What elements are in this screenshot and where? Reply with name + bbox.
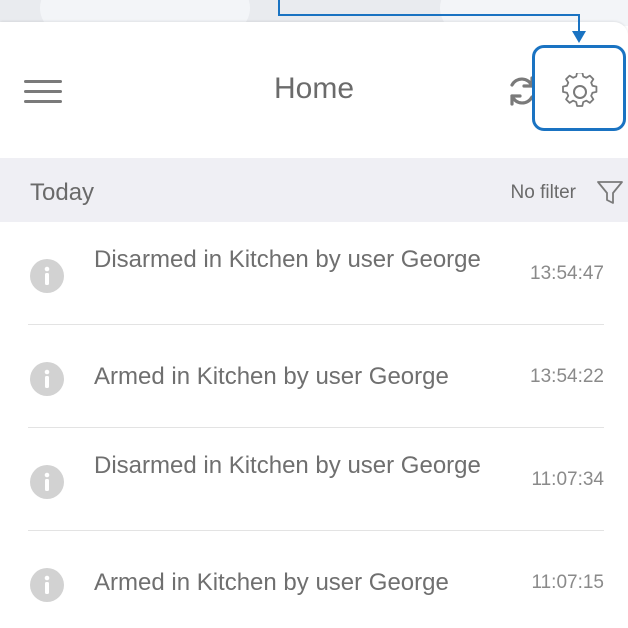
event-message: Disarmed in Kitchen by user George: [94, 246, 481, 273]
section-header: Today No filter: [0, 158, 628, 222]
event-list: Disarmed in Kitchen by user George 13:54…: [0, 222, 628, 628]
event-time: 11:07:15: [531, 572, 604, 593]
event-time: 13:54:47: [530, 263, 604, 284]
list-item[interactable]: Armed in Kitchen by user George 11:07:15: [0, 531, 628, 628]
callout-highlight: [532, 45, 626, 131]
callout-line: [578, 14, 580, 32]
event-time: 11:07:34: [531, 469, 604, 490]
list-item[interactable]: Disarmed in Kitchen by user George 11:07…: [0, 428, 628, 531]
info-icon: [30, 362, 64, 396]
info-icon: [30, 568, 64, 602]
list-item[interactable]: Disarmed in Kitchen by user George 13:54…: [0, 222, 628, 325]
callout-arrow: [572, 31, 586, 43]
event-message: Disarmed in Kitchen by user George: [94, 452, 481, 479]
info-icon: [30, 465, 64, 499]
info-icon: [30, 259, 64, 293]
event-message: Armed in Kitchen by user George: [94, 363, 449, 390]
section-title: Today: [30, 179, 95, 206]
event-time: 13:54:22: [530, 366, 604, 387]
list-item[interactable]: Armed in Kitchen by user George 13:54:22: [0, 325, 628, 428]
callout-line: [278, 14, 580, 16]
funnel-icon[interactable]: [596, 178, 624, 206]
event-message: Armed in Kitchen by user George: [94, 569, 449, 596]
filter-button[interactable]: No filter: [511, 182, 576, 204]
app-screen: Home Today No filter Disarmed in Kitchen…: [0, 0, 628, 628]
